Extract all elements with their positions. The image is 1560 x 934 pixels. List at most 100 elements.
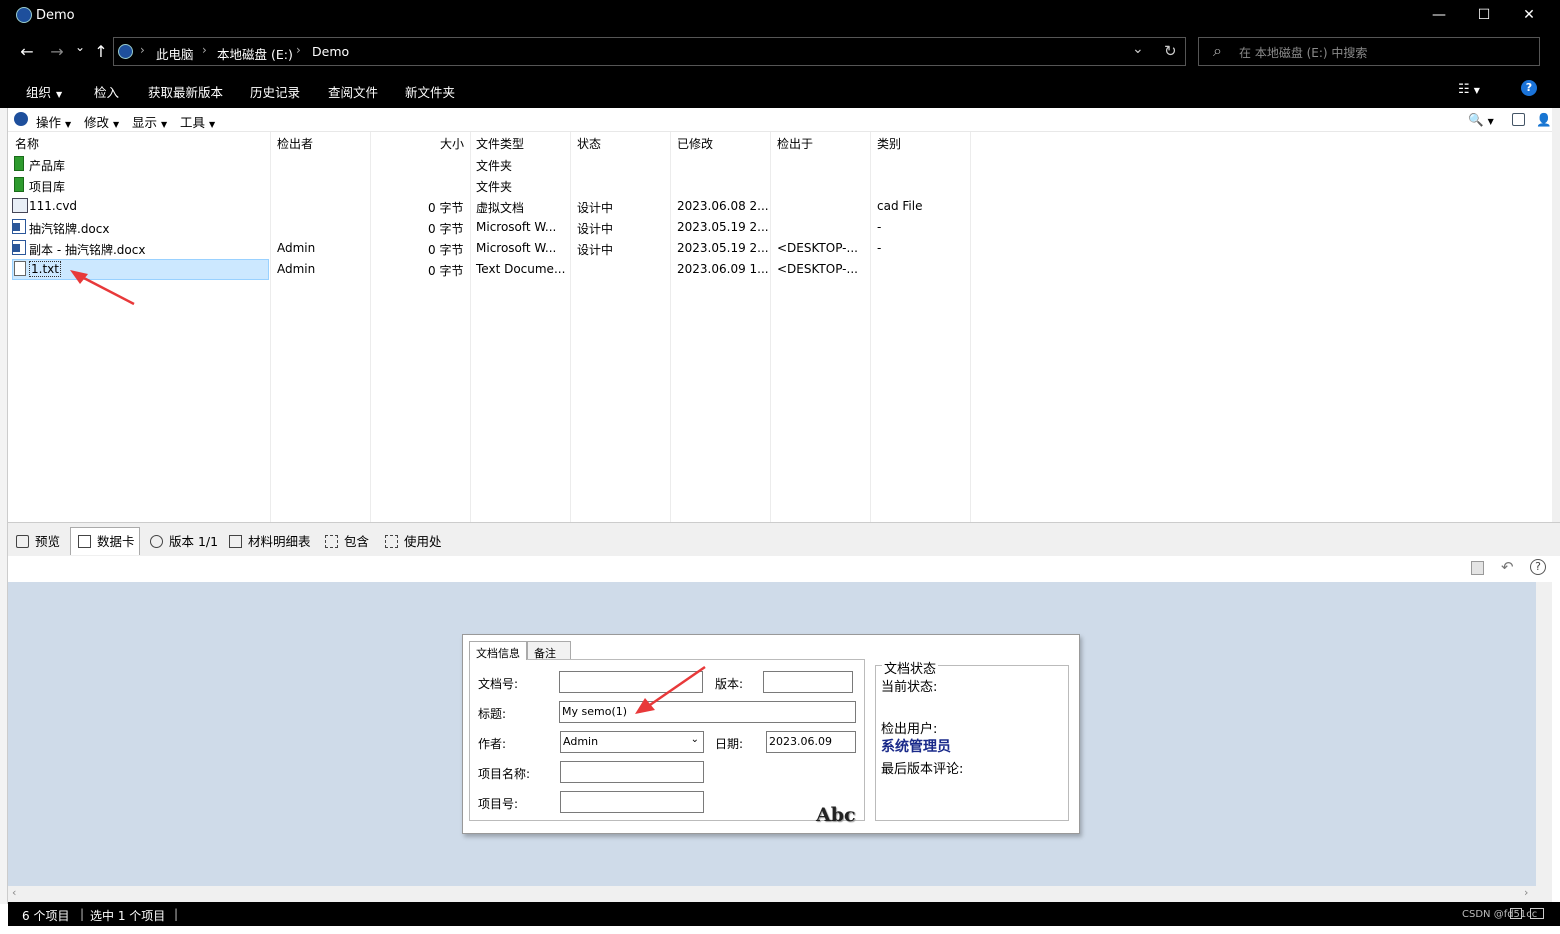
search-input[interactable]: ⌕ 在 本地磁盘 (E:) 中搜索 — [1198, 37, 1540, 66]
column-header-size[interactable]: 大小 — [440, 135, 464, 152]
title-bar: Demo — ☐ ✕ — [0, 0, 1560, 32]
close-button[interactable]: ✕ — [1506, 0, 1552, 32]
list-item[interactable]: 项目库 文件夹 — [8, 175, 1552, 196]
refresh-icon[interactable]: ↻ — [1164, 42, 1177, 60]
file-name: 项目库 — [29, 180, 66, 194]
tools-menu[interactable]: 工具 ▼ — [180, 112, 215, 131]
file-name: 抽汽铭牌.docx — [29, 222, 110, 236]
view-file-button[interactable]: 查阅文件 — [328, 82, 378, 101]
list-item[interactable]: 抽汽铭牌.docx 0 字节 Microsoft W... 设计中 2023.0… — [8, 217, 1552, 238]
save-icon[interactable] — [1471, 561, 1484, 575]
back-arrow-icon[interactable]: ← — [17, 42, 37, 61]
pane-scrollbar[interactable] — [1536, 582, 1552, 886]
folder-icon — [14, 156, 24, 171]
column-header-checked-out-by[interactable]: 检出者 — [277, 135, 313, 152]
tab-where-used[interactable]: 使用处 — [385, 531, 442, 550]
word-icon — [12, 219, 26, 234]
preview-tabs-bar: 预览 数据卡 版本 1/1 材料明细表 包含 使用处 — [8, 522, 1560, 556]
author-select[interactable]: Admin ⌄ — [560, 731, 704, 753]
forward-arrow-icon[interactable]: → — [47, 42, 67, 61]
vault-icon — [118, 44, 133, 59]
recent-locations-chevron-icon[interactable]: ⌄ — [70, 40, 90, 54]
list-item[interactable]: 111.cvd 0 字节 虚拟文档 设计中 2023.06.08 2... ca… — [8, 196, 1552, 217]
help-icon[interactable]: ? — [1521, 80, 1537, 96]
display-menu[interactable]: 显示 ▼ — [132, 112, 167, 131]
organize-button[interactable]: 组织 ▼ — [26, 82, 62, 101]
vault-view-icon[interactable] — [1512, 113, 1525, 126]
column-header-category[interactable]: 类别 — [877, 135, 901, 152]
column-header-state[interactable]: 状态 — [577, 135, 601, 152]
abc-logo: Abc — [816, 804, 856, 826]
zoom-search-icon[interactable]: 🔍 ▼ — [1468, 112, 1494, 128]
tab-preview[interactable]: 预览 — [16, 531, 60, 550]
breadcrumb-demo[interactable]: Demo — [312, 44, 349, 59]
breadcrumb-this-pc[interactable]: 此电脑 — [156, 44, 194, 63]
vault-icon — [14, 112, 28, 126]
file-size: 0 字节 — [428, 264, 464, 278]
file-type: 文件夹 — [476, 159, 513, 173]
tab-datacard[interactable]: 数据卡 — [78, 531, 135, 550]
details-view-icon[interactable] — [1510, 908, 1522, 919]
tab-bom[interactable]: 材料明细表 — [229, 531, 311, 550]
window-title: Demo — [36, 8, 75, 23]
version-label: 版本: — [715, 677, 744, 691]
title-field[interactable]: My semo(1) — [559, 701, 856, 723]
undo-icon[interactable]: ↶ — [1501, 558, 1514, 576]
address-dropdown-icon[interactable]: ⌄ — [1132, 41, 1144, 57]
file-checked-out-in: <DESKTOP-... — [777, 241, 858, 255]
date-field[interactable]: 2023.06.09 — [766, 731, 856, 753]
vault-toolbar: 操作 ▼ 修改 ▼ 显示 ▼ 工具 ▼ 🔍 ▼ 👤 — [8, 108, 1560, 132]
file-name: 产品库 — [29, 159, 66, 173]
list-item[interactable]: 1.txt Admin 0 字节 Text Docume... 2023.06.… — [8, 259, 1552, 280]
file-type: Microsoft W... — [476, 241, 557, 255]
actions-menu[interactable]: 操作 ▼ — [36, 112, 71, 131]
where-used-icon — [385, 535, 398, 548]
column-header-file-type[interactable]: 文件类型 — [476, 135, 524, 152]
breadcrumb-local-disk[interactable]: 本地磁盘 (E:) — [217, 44, 293, 63]
large-icons-view-icon[interactable] — [1530, 908, 1544, 919]
tab-notes[interactable]: 备注 — [527, 641, 571, 660]
last-comment-label: 最后版本评论: — [881, 762, 964, 777]
up-arrow-icon[interactable]: ↑ — [91, 42, 111, 61]
new-folder-button[interactable]: 新文件夹 — [405, 82, 455, 101]
maximize-button[interactable]: ☐ — [1461, 0, 1507, 32]
history-button[interactable]: 历史记录 — [250, 82, 300, 101]
view-options-icon[interactable]: ☷ ▼ — [1458, 82, 1480, 97]
tab-document-info[interactable]: 文档信息 — [469, 641, 527, 660]
table-icon — [229, 535, 242, 548]
hierarchy-icon — [325, 535, 338, 548]
list-item[interactable]: 副本 - 抽汽铭牌.docx Admin 0 字节 Microsoft W...… — [8, 238, 1552, 259]
column-header-name[interactable]: 名称 — [15, 135, 39, 152]
tab-contains[interactable]: 包含 — [325, 531, 369, 550]
version-field[interactable] — [763, 671, 853, 693]
file-state: 设计中 — [577, 201, 614, 215]
list-scrollbar[interactable] — [1552, 108, 1560, 522]
column-header-checked-out-in[interactable]: 检出于 — [777, 135, 813, 152]
project-no-field[interactable] — [560, 791, 704, 813]
doc-no-field[interactable] — [559, 671, 703, 693]
horizontal-scrollbar[interactable]: ‹ › — [8, 886, 1552, 902]
date-label: 日期: — [715, 737, 744, 751]
address-bar[interactable]: › 此电脑 › 本地磁盘 (E:) › Demo ⌄ ↻ — [113, 37, 1186, 66]
breadcrumb-separator-icon: › — [140, 43, 145, 57]
file-category: - — [877, 220, 882, 234]
help-icon[interactable]: ? — [1530, 559, 1546, 575]
column-header-modified[interactable]: 已修改 — [677, 135, 713, 152]
user-icon[interactable]: 👤 — [1536, 112, 1552, 128]
project-name-field[interactable] — [560, 761, 704, 783]
breadcrumb-separator-icon: › — [202, 43, 207, 57]
get-latest-version-button[interactable]: 获取最新版本 — [148, 82, 223, 101]
file-size: 0 字节 — [428, 243, 464, 257]
chevron-down-icon: ⌄ — [690, 734, 699, 745]
file-type: 文件夹 — [476, 180, 513, 194]
check-in-button[interactable]: 检入 — [94, 82, 119, 101]
tab-version[interactable]: 版本 1/1 — [150, 531, 218, 550]
doc-no-label: 文档号: — [478, 677, 519, 691]
file-modified: 2023.05.19 2... — [677, 220, 769, 234]
list-item[interactable]: 产品库 文件夹 — [8, 154, 1552, 175]
app-icon — [16, 7, 32, 23]
navigation-pane-edge — [0, 108, 8, 904]
minimize-button[interactable]: — — [1416, 0, 1462, 32]
modify-menu[interactable]: 修改 ▼ — [84, 112, 119, 131]
datacard-icon — [78, 535, 91, 548]
